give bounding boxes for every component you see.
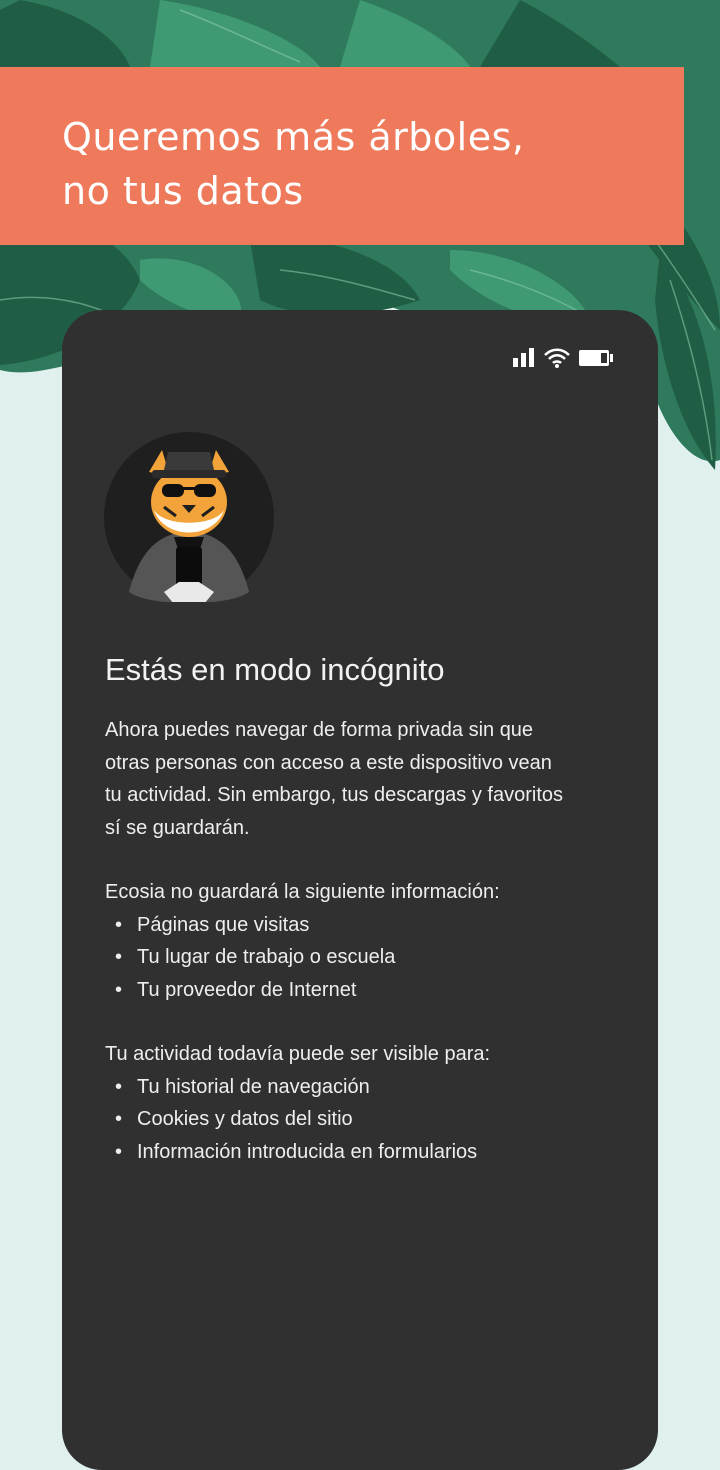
signal-icon: [513, 348, 534, 367]
list-item: • Páginas que visitas: [105, 909, 625, 942]
list-item-label: Cookies y datos del sitio: [137, 1108, 353, 1130]
wifi-icon: [544, 348, 570, 368]
not-saved-list: • Páginas que visitas • Tu lugar de trabaj…: [105, 909, 625, 1007]
list-item-label: Tu proveedor de Internet: [137, 978, 357, 1001]
visible-list: • Tu historial de navegación • Cookies y d…: [105, 1071, 625, 1169]
intro-line: tu actividad. Sin embargo, tus descargas…: [105, 784, 564, 806]
battery-icon: [579, 350, 613, 366]
incognito-title: Estás en modo incógnito: [105, 652, 445, 687]
intro-line: Ahora puedes navegar de forma privada si…: [105, 719, 534, 741]
list-item: • Tu lugar de trabajo o escuela: [105, 941, 625, 974]
list-item: • Información introducida en formularios: [105, 1136, 625, 1169]
headline-line-2: no tus datos: [62, 169, 304, 213]
list-item-label: Páginas que visitas: [137, 913, 310, 936]
headline-line-1: Queremos más árboles,: [62, 115, 525, 159]
status-bar: [512, 348, 614, 368]
list-item-label: Tu lugar de trabajo o escuela: [137, 946, 396, 968]
bullet: •: [115, 946, 123, 968]
intro-line: otras personas con acceso a este disposi…: [105, 751, 552, 774]
intro-paragraph: Ahora puedes navegar de forma privada si…: [105, 714, 625, 844]
not-saved-heading: Ecosia no guardará la siguiente informac…: [105, 881, 500, 903]
bullet: •: [115, 1108, 123, 1130]
list-item: • Tu historial de navegación: [105, 1071, 625, 1104]
intro-line: sí se guardarán.: [105, 816, 250, 839]
bullet: •: [115, 1140, 123, 1163]
incognito-tiger-icon: [104, 432, 274, 602]
phone-screen: Estás en modo incógnito Ahora puedes nav…: [62, 310, 658, 1470]
bullet: •: [115, 1075, 123, 1098]
list-item-label: Información introducida en formularios: [137, 1140, 478, 1163]
headline: Queremos más árboles, no tus datos: [62, 110, 524, 218]
bullet: •: [115, 978, 123, 1001]
bullet: •: [115, 913, 123, 936]
list-item: • Cookies y datos del sitio: [105, 1103, 625, 1136]
incognito-description: Ahora puedes navegar de forma privada si…: [105, 714, 625, 1168]
list-item: • Tu proveedor de Internet: [105, 974, 625, 1007]
list-item-label: Tu historial de navegación: [137, 1075, 370, 1098]
visible-heading: Tu actividad todavía puede ser visible p…: [105, 1043, 491, 1065]
